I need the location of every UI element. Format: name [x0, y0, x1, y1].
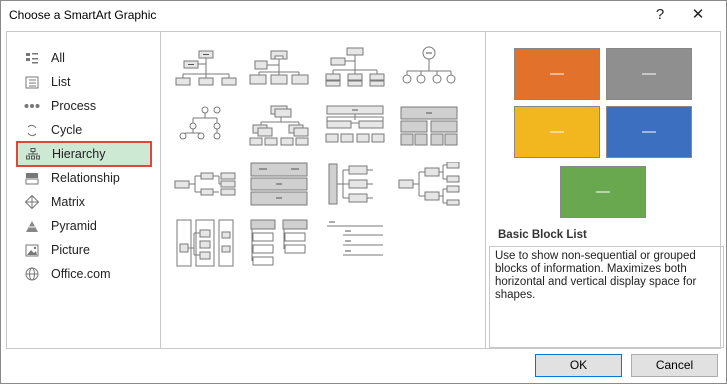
layout-labeled-hierarchy[interactable]	[247, 104, 311, 148]
preview-block-green	[560, 166, 646, 218]
category-all[interactable]: All	[17, 47, 153, 69]
hierarchy-icon	[24, 147, 42, 161]
layout-gallery	[161, 32, 486, 348]
category-picture[interactable]: Picture	[17, 239, 153, 261]
category-hierarchy[interactable]: Hierarchy	[16, 141, 152, 167]
office-icon	[23, 267, 41, 281]
category-relationship[interactable]: Relationship	[17, 167, 153, 189]
preview-title: Basic Block List	[498, 229, 587, 241]
title-bar: Choose a SmartArt Graphic ? ✕	[1, 1, 726, 31]
help-button[interactable]: ?	[646, 3, 674, 27]
layout-org-chart[interactable]	[173, 44, 237, 88]
category-pyramid[interactable]: Pyramid	[17, 215, 153, 237]
layout-table-hierarchy[interactable]	[323, 104, 387, 148]
dialog-title: Choose a SmartArt Graphic	[9, 8, 157, 22]
layout-hierarchy-list[interactable]	[247, 218, 311, 268]
category-process[interactable]: Process	[17, 95, 153, 117]
category-panel: All List Process Cycle Hierarchy Relatio…	[7, 32, 161, 348]
layout-hierarchy-list-vertical[interactable]	[173, 218, 237, 268]
preview-block-gray	[606, 48, 692, 100]
layout-circle-picture-hierarchy[interactable]	[397, 44, 461, 88]
preview-block-blue	[606, 106, 692, 158]
category-label: Process	[51, 99, 97, 113]
category-label: List	[51, 75, 71, 89]
preview-description: Use to show non-sequential or grouped bl…	[489, 246, 724, 348]
relationship-icon	[23, 171, 41, 185]
layout-stacked-blocks[interactable]	[247, 162, 311, 206]
layout-vertical-bracket-list[interactable]	[323, 162, 387, 206]
category-list[interactable]: List	[17, 71, 153, 93]
category-label: Pyramid	[51, 219, 97, 233]
picture-icon	[23, 243, 41, 257]
list-icon	[23, 75, 41, 89]
layout-horizontal-org-chart[interactable]	[173, 162, 237, 206]
matrix-icon	[23, 195, 41, 209]
process-icon	[23, 99, 41, 113]
layout-half-circle-org-chart[interactable]	[323, 44, 387, 88]
category-label: Hierarchy	[52, 147, 106, 161]
category-label: Picture	[51, 243, 90, 257]
layout-name-title-org-chart[interactable]	[247, 44, 311, 88]
category-label: Matrix	[51, 195, 86, 209]
layout-horizontal-hierarchy[interactable]	[397, 162, 461, 206]
preview-panel: Basic Block List Use to show non-sequent…	[486, 32, 724, 348]
cycle-icon	[23, 123, 41, 137]
preview-block-yellow	[514, 106, 600, 158]
category-label: Cycle	[51, 123, 83, 137]
category-label: Office.com	[51, 267, 111, 281]
all-icon	[23, 51, 41, 65]
cancel-button[interactable]: Cancel	[631, 354, 718, 377]
close-button[interactable]: ✕	[681, 3, 715, 27]
dialog-body: All List Process Cycle Hierarchy Relatio…	[6, 31, 724, 349]
layout-hierarchy[interactable]	[173, 104, 237, 148]
layout-lined-list[interactable]	[323, 218, 387, 268]
category-label: Relationship	[51, 171, 120, 185]
category-office-com[interactable]: Office.com	[17, 263, 153, 285]
category-label: All	[51, 51, 65, 65]
pyramid-icon	[23, 219, 41, 233]
layout-stacked-table[interactable]	[397, 104, 461, 148]
category-cycle[interactable]: Cycle	[17, 119, 153, 141]
preview-block-orange	[514, 48, 600, 100]
ok-button[interactable]: OK	[535, 354, 622, 377]
smartart-dialog: Choose a SmartArt Graphic ? ✕ All List P…	[0, 0, 727, 384]
category-matrix[interactable]: Matrix	[17, 191, 153, 213]
